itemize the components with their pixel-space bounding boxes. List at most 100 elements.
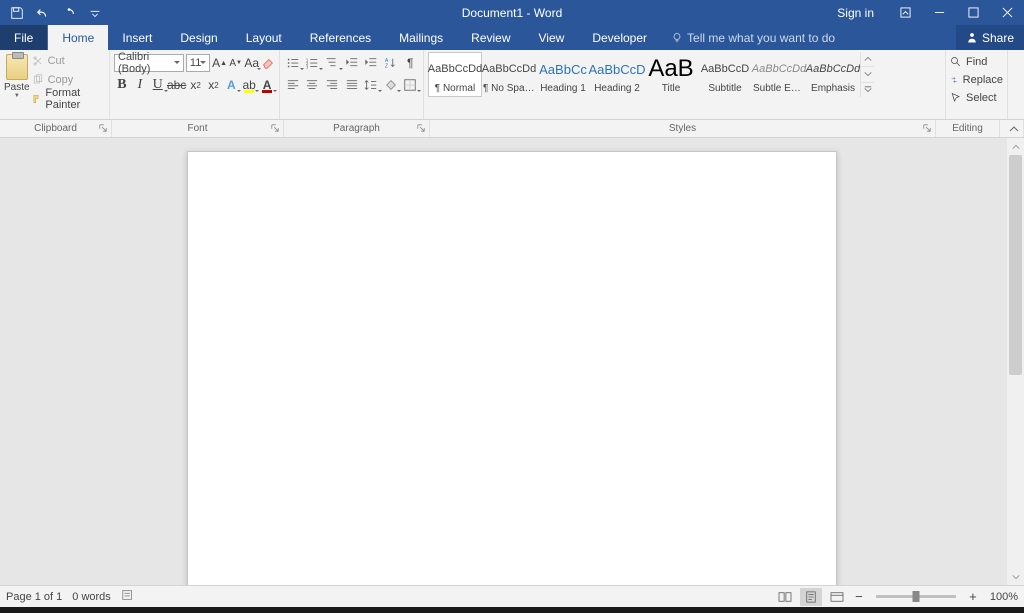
borders-button[interactable] [401,76,419,94]
shrink-font-button[interactable]: A▼ [229,54,242,72]
save-icon[interactable] [6,2,28,24]
zoom-slider-handle[interactable] [912,591,919,602]
sort-button[interactable]: AZ [382,54,400,72]
tab-developer[interactable]: Developer [578,25,661,50]
justify-button[interactable] [343,76,361,94]
print-layout-button[interactable] [800,588,822,606]
line-spacing-button[interactable] [362,76,380,94]
tab-view[interactable]: View [525,25,579,50]
clipboard-launcher-icon[interactable] [97,122,109,134]
text-effects-button[interactable]: A [223,76,239,94]
style---no-spac---[interactable]: AaBbCcDd¶ No Spac... [482,52,536,97]
multilevel-list-button[interactable] [323,54,341,72]
minimize-icon[interactable] [922,0,956,25]
change-case-button[interactable]: Aa [244,54,259,72]
paragraph-group: 123 AZ ¶ [280,50,424,119]
maximize-icon[interactable] [956,0,990,25]
ribbon-area-end [1008,50,1024,119]
tab-mailings[interactable]: Mailings [385,25,457,50]
paste-button[interactable]: Paste ▼ [4,52,30,108]
proofing-icon[interactable] [121,588,135,605]
style-title[interactable]: AaBTitle [644,52,698,97]
tab-review[interactable]: Review [457,25,524,50]
tab-home[interactable]: Home [48,25,108,50]
strikethrough-button[interactable]: abc [168,76,186,94]
zoom-level[interactable]: 100% [990,591,1018,603]
styles-group: AaBbCcDd¶ NormalAaBbCcDd¶ No Spac...AaBb… [424,50,946,119]
style-subtle-em---[interactable]: AaBbCcDdSubtle Em... [752,52,806,97]
undo-icon[interactable] [32,2,54,24]
styles-launcher-icon[interactable] [921,122,933,134]
share-button[interactable]: Share [956,25,1024,50]
scrollbar-thumb[interactable] [1009,155,1022,375]
styles-scroll-up[interactable] [861,52,874,67]
tab-file[interactable]: File [0,25,48,50]
find-button[interactable]: Find [950,53,1003,71]
tell-me-search[interactable]: Tell me what you want to do [661,25,835,50]
style-subtitle[interactable]: AaBbCcDSubtitle [698,52,752,97]
style-emphasis[interactable]: AaBbCcDdEmphasis [806,52,860,97]
ribbon-tabs: FileHomeInsertDesignLayoutReferencesMail… [0,25,1024,50]
numbering-button[interactable]: 123 [304,54,322,72]
superscript-button[interactable]: x2 [206,76,222,94]
underline-button[interactable]: U [150,76,166,94]
redo-icon[interactable] [58,2,80,24]
tab-references[interactable]: References [296,25,385,50]
format-painter-button[interactable]: Format Painter [32,90,105,108]
replace-button[interactable]: Replace [950,71,1003,89]
paragraph-launcher-icon[interactable] [415,122,427,134]
tab-insert[interactable]: Insert [108,25,166,50]
style---normal[interactable]: AaBbCcDd¶ Normal [428,52,482,97]
zoom-in-button[interactable]: + [966,590,980,604]
font-group: Calibri (Body) 11 A▲ A▼ Aa B I U abc x2 … [110,50,280,119]
scroll-up-icon[interactable] [1007,138,1024,155]
ribbon: Paste ▼ Cut Copy Format Painter [0,50,1024,120]
cut-button[interactable]: Cut [32,52,105,70]
read-mode-button[interactable] [774,588,796,606]
bold-button[interactable]: B [114,76,130,94]
vertical-scrollbar[interactable] [1007,138,1024,585]
align-right-button[interactable] [323,76,341,94]
clear-formatting-button[interactable] [261,54,275,72]
bullets-button[interactable] [284,54,302,72]
font-launcher-icon[interactable] [269,122,281,134]
italic-button[interactable]: I [132,76,148,94]
scissors-icon [32,55,44,67]
paste-icon [6,54,28,80]
close-icon[interactable] [990,0,1024,25]
share-icon [966,32,978,44]
font-name-combo[interactable]: Calibri (Body) [114,54,184,72]
document-page[interactable] [187,151,837,585]
font-size-combo[interactable]: 11 [186,54,210,72]
increase-indent-button[interactable] [362,54,380,72]
align-left-button[interactable] [284,76,302,94]
align-center-button[interactable] [304,76,322,94]
select-button[interactable]: Select [950,89,1003,107]
scroll-down-icon[interactable] [1007,568,1024,585]
tab-layout[interactable]: Layout [232,25,296,50]
zoom-out-button[interactable]: − [852,590,866,604]
word-count[interactable]: 0 words [72,591,111,603]
bucket-icon [384,78,398,92]
collapse-ribbon-button[interactable] [1000,120,1024,137]
style-heading-1[interactable]: AaBbCcHeading 1 [536,52,590,97]
ribbon-group-labels: Clipboard Font Paragraph Styles Editing [0,120,1024,138]
styles-scroll-down[interactable] [861,67,874,82]
sign-in-link[interactable]: Sign in [823,6,888,20]
shading-button[interactable] [382,76,400,94]
decrease-indent-button[interactable] [343,54,361,72]
qat-customize-icon[interactable] [84,2,106,24]
tab-design[interactable]: Design [166,25,231,50]
highlight-button[interactable]: ab [241,76,257,94]
subscript-button[interactable]: x2 [188,76,204,94]
page-status[interactable]: Page 1 of 1 [6,591,62,603]
web-layout-button[interactable] [826,588,848,606]
ribbon-display-options-icon[interactable] [888,0,922,25]
style-heading-2[interactable]: AaBbCcDHeading 2 [590,52,644,97]
grow-font-button[interactable]: A▲ [212,54,227,72]
font-color-button[interactable]: A [259,76,275,94]
styles-more[interactable] [861,83,874,97]
show-hide-marks-button[interactable]: ¶ [401,54,419,72]
zoom-slider[interactable] [876,595,956,598]
paragraph-label: Paragraph [284,120,430,137]
